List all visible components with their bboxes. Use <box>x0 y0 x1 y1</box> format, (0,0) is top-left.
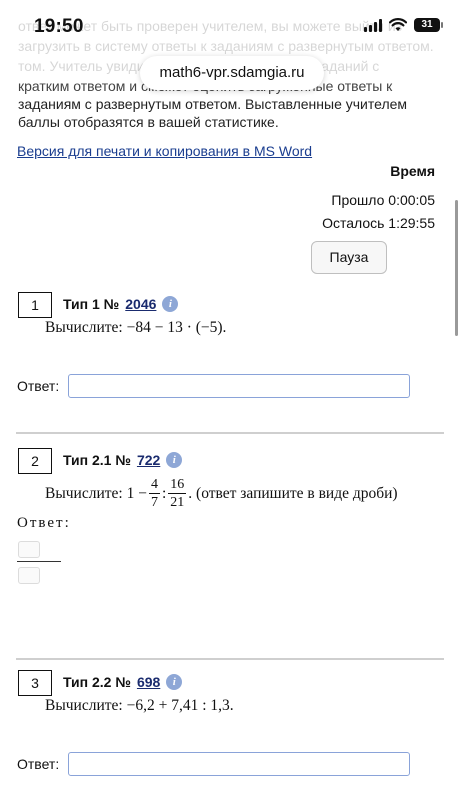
answer-label: Ответ: <box>17 378 60 394</box>
fraction-denominator-input[interactable] <box>18 567 40 584</box>
fraction-numerator: 4 <box>148 477 160 494</box>
divider <box>16 658 444 660</box>
task-number: 3 <box>18 670 52 696</box>
task-id-link[interactable]: 2046 <box>125 296 156 312</box>
task-question: Вычислите: −84 − 13 · (−5). <box>45 319 227 336</box>
task-number: 1 <box>18 292 52 318</box>
task-number: 2 <box>18 448 52 474</box>
task-type: Тип 2.1 № <box>63 452 131 468</box>
division-sign: : <box>161 484 167 502</box>
cellular-signal-icon <box>364 18 382 32</box>
address-bar[interactable]: math6-vpr.sdamgia.ru <box>140 56 324 90</box>
answer-input[interactable] <box>68 374 410 398</box>
task-question: Вычислите: −6,2 + 7,41 : 1,3. <box>45 697 234 714</box>
task-id-link[interactable]: 722 <box>137 452 160 468</box>
answer-input[interactable] <box>68 752 410 776</box>
answer-label: Ответ: <box>17 515 71 531</box>
question-suffix: . (ответ запишите в виде дроби) <box>188 484 398 502</box>
task-header: Тип 2.1 № 722 i <box>63 452 183 468</box>
status-bar: 19:50 31 <box>0 0 462 54</box>
timer-title: Время <box>390 163 435 179</box>
info-icon[interactable]: i <box>166 452 183 468</box>
task-type: Тип 2.2 № <box>63 674 131 690</box>
task-header: Тип 2.2 № 698 i <box>63 674 183 690</box>
timer-elapsed: Прошло 0:00:05 <box>331 192 435 208</box>
info-icon[interactable]: i <box>166 674 183 690</box>
timer-remaining: Осталось 1:29:55 <box>322 215 435 231</box>
wifi-icon <box>389 18 407 31</box>
intro-line: баллы отобразятся в вашей статистике. <box>18 114 279 130</box>
task-question: Вычислите: 1 − 4 7 : 16 21 . (ответ запи… <box>45 476 398 511</box>
divider <box>16 432 444 434</box>
fraction: 4 7 <box>148 476 160 511</box>
fraction-numerator: 16 <box>168 477 187 494</box>
pause-button[interactable]: Пауза <box>311 241 387 274</box>
fraction-numerator-input[interactable] <box>18 541 40 558</box>
battery-icon: 31 <box>414 18 443 32</box>
task-id-link[interactable]: 698 <box>137 674 160 690</box>
question-prefix: Вычислите: 1 − <box>45 484 147 502</box>
intro-line: заданиям с развернутым ответом. Выставле… <box>18 96 408 112</box>
fraction-denominator: 7 <box>150 495 158 510</box>
timer-panel: Время Прошло 0:00:05 Осталось 1:29:55 <box>322 163 435 238</box>
task-header: Тип 1 № 2046 i <box>63 296 179 312</box>
status-time: 19:50 <box>34 16 84 37</box>
fraction-bar <box>17 561 61 562</box>
fraction: 16 21 <box>168 476 187 511</box>
task-type: Тип 1 № <box>63 296 120 312</box>
info-icon[interactable]: i <box>162 296 179 312</box>
scrollbar[interactable] <box>455 200 458 336</box>
print-version-link[interactable]: Версия для печати и копирования в MS Wor… <box>17 143 312 159</box>
fraction-denominator: 21 <box>170 495 185 510</box>
status-icons: 31 <box>364 18 443 32</box>
answer-label: Ответ: <box>17 756 60 772</box>
